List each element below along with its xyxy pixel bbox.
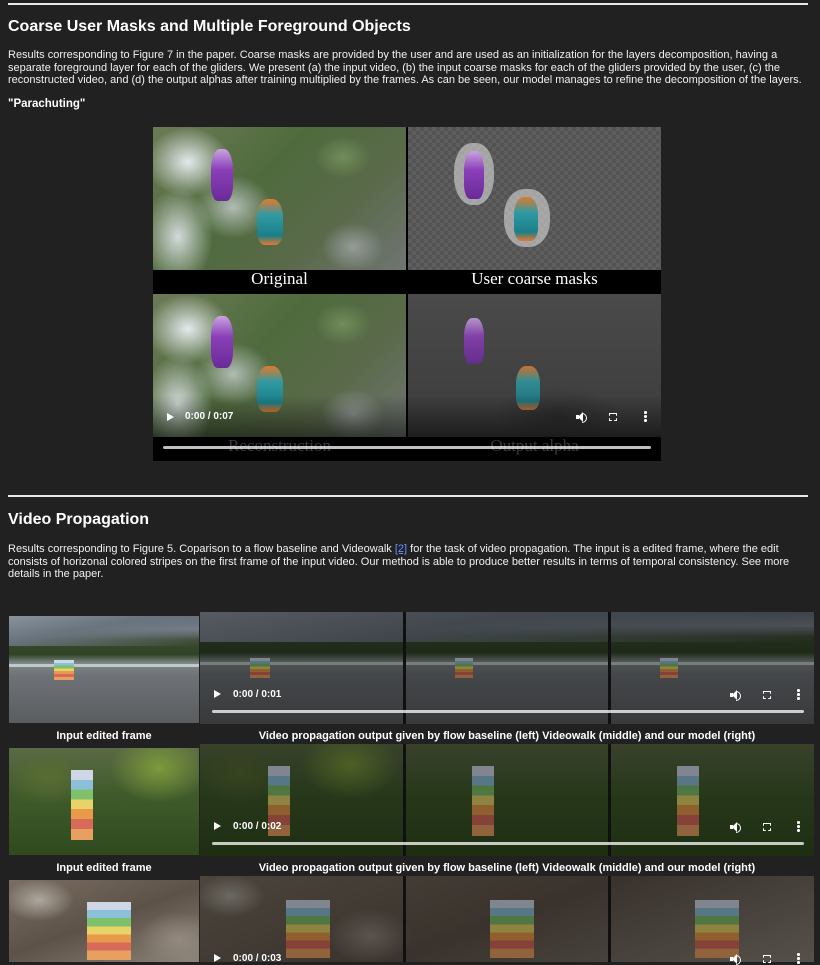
- parachuting-video[interactable]: Original User coarse masks Reconstructio…: [153, 127, 661, 461]
- section-heading-coarse-masks: Coarse User Masks and Multiple Foregroun…: [8, 18, 411, 35]
- video-time: 0:00 / 0:02: [233, 821, 282, 832]
- glider-purple: [464, 318, 484, 364]
- video-progress-track[interactable]: [212, 710, 804, 713]
- play-icon[interactable]: [214, 690, 221, 698]
- propagation-video-output[interactable]: [200, 612, 814, 724]
- volume-icon[interactable]: [576, 412, 587, 423]
- description-text-part1: Results corresponding to Figure 5. Copar…: [8, 543, 395, 555]
- videowalk-reference-link[interactable]: [2]: [395, 543, 407, 555]
- section-divider-video-propagation: [8, 495, 808, 497]
- label-original: Original: [251, 269, 308, 288]
- propagation-output-caption: Video propagation output given by flow b…: [258, 862, 756, 874]
- play-icon[interactable]: [214, 822, 221, 830]
- frame-user-coarse-masks: [408, 127, 661, 270]
- video-time: 0:00 / 0:01: [233, 689, 282, 700]
- glider-purple: [211, 316, 233, 368]
- play-icon[interactable]: [167, 413, 174, 421]
- volume-icon[interactable]: [730, 954, 741, 965]
- section-divider-top: [8, 3, 808, 5]
- glider-teal: [514, 197, 538, 241]
- glider-purple: [464, 151, 484, 199]
- video-progress-track[interactable]: [163, 446, 651, 449]
- edit-stripes: [87, 902, 131, 960]
- propagation-video-output[interactable]: [200, 876, 814, 962]
- glider-teal: [257, 199, 283, 245]
- video-progress-track[interactable]: [212, 842, 804, 845]
- frame-original: [153, 127, 406, 270]
- propagation-video-output[interactable]: [200, 744, 814, 856]
- input-edited-frame-caption: Input edited frame: [56, 862, 152, 874]
- video-time: 0:00 / 0:07: [185, 411, 234, 422]
- more-options-icon[interactable]: [644, 411, 647, 423]
- volume-icon[interactable]: [730, 690, 741, 701]
- input-edited-frame-caption: Input edited frame: [56, 730, 152, 742]
- label-user-coarse-masks: User coarse masks: [471, 269, 598, 288]
- more-options-icon[interactable]: [797, 953, 800, 965]
- edit-stripes: [54, 660, 74, 680]
- propagation-output-caption: Video propagation output given by flow b…: [258, 730, 756, 742]
- input-edited-frame-image: [9, 880, 199, 962]
- volume-icon[interactable]: [730, 822, 741, 833]
- more-options-icon[interactable]: [797, 821, 800, 833]
- more-options-icon[interactable]: [797, 689, 800, 701]
- input-edited-frame-image: [9, 748, 199, 855]
- input-edited-frame-image: [9, 616, 199, 723]
- edit-stripes: [71, 770, 93, 840]
- section-description-coarse-masks: Results corresponding to Figure 7 in the…: [8, 49, 802, 86]
- example-title-parachuting: "Parachuting": [8, 98, 86, 110]
- fullscreen-icon[interactable]: [609, 413, 617, 421]
- section-heading-video-propagation: Video Propagation: [8, 511, 150, 528]
- section-description-video-propagation: Results corresponding to Figure 5. Copar…: [8, 543, 808, 581]
- glider-purple: [211, 149, 233, 201]
- video-time: 0:00 / 0:03: [233, 953, 282, 964]
- video-controls: 0:00 / 0:07: [153, 395, 661, 439]
- play-icon[interactable]: [214, 954, 221, 962]
